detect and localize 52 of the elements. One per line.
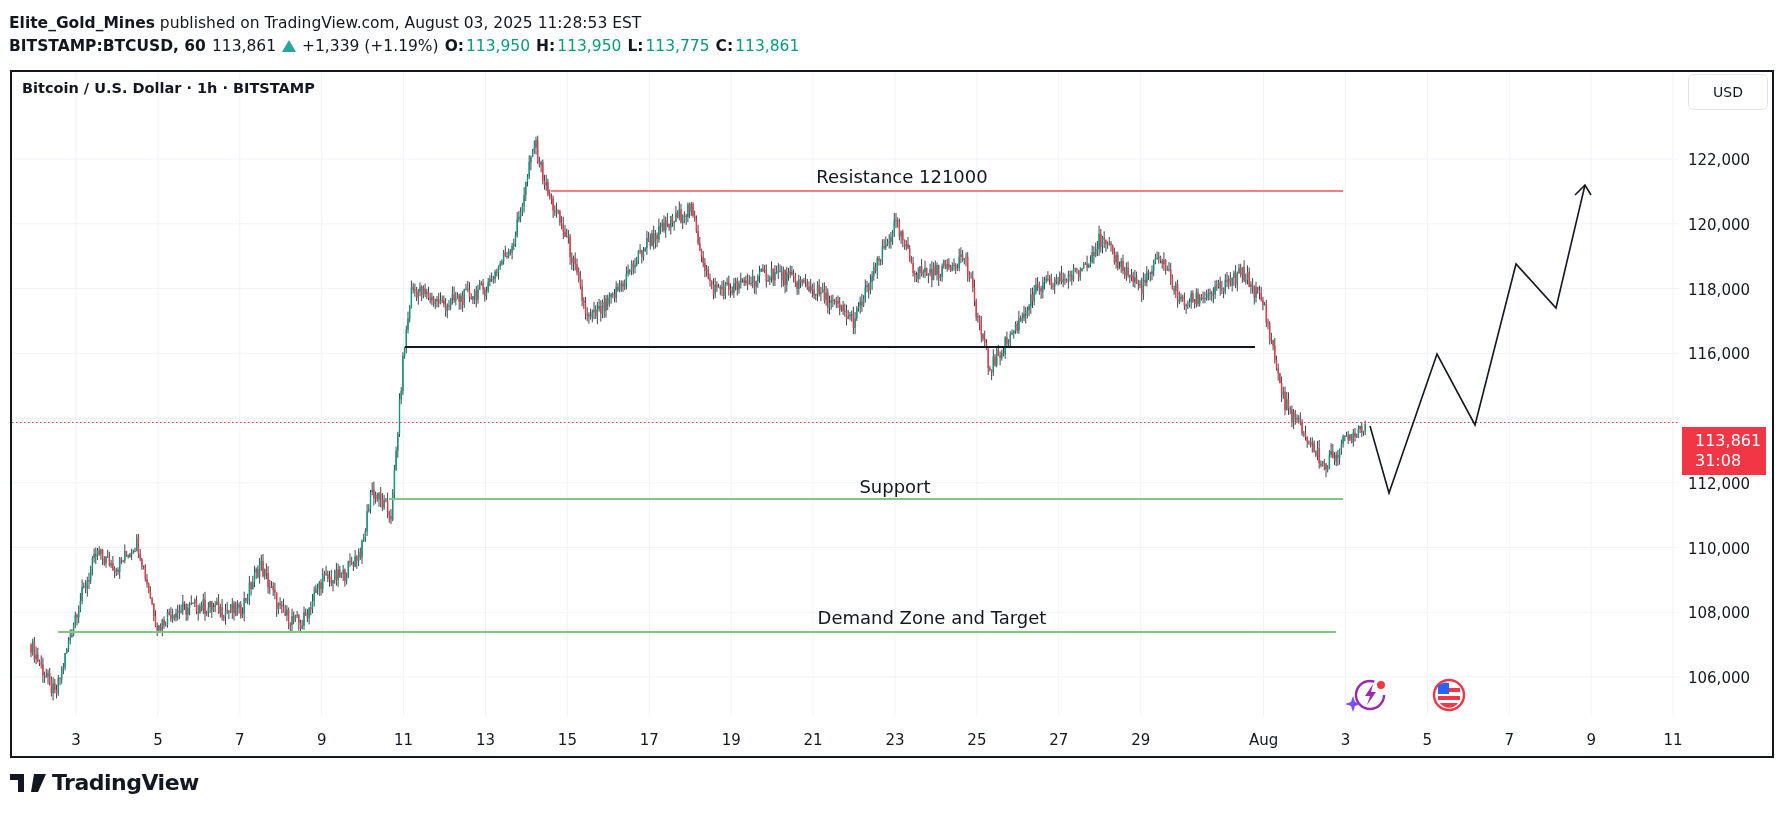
- price-change: +1,339 (+1.19%): [302, 36, 439, 55]
- symbol-label: BITSTAMP:BTCUSD, 60: [9, 36, 206, 55]
- date-label: 13: [475, 731, 496, 749]
- ohlc-label: C:: [715, 36, 734, 55]
- date-label: 11: [394, 731, 414, 749]
- ohlc-label: O:: [444, 36, 464, 55]
- flag-icon[interactable]: [1432, 678, 1466, 712]
- date-label: 9: [316, 731, 327, 749]
- date-label: 7: [1504, 731, 1514, 749]
- ohlc-value: 113,950: [466, 36, 531, 55]
- date-label: 9: [1586, 731, 1596, 749]
- date-label: 7: [235, 731, 245, 749]
- annotation-label: Demand Zone and Target: [817, 607, 1047, 628]
- price-label: 118,000: [1688, 280, 1750, 299]
- date-label: 11: [1663, 731, 1683, 749]
- price-label: 120,000: [1688, 215, 1750, 234]
- date-label: 5: [1422, 731, 1433, 749]
- up-triangle-icon: [282, 39, 296, 52]
- price-label: 112,000: [1688, 474, 1750, 493]
- last-price: 113,861: [211, 36, 276, 55]
- countdown-timer: 31:08: [1695, 451, 1743, 471]
- price-label: 108,000: [1688, 604, 1750, 623]
- ohlc-value: 113,775: [645, 36, 710, 55]
- price-label: 106,000: [1688, 669, 1750, 687]
- logo-icon: [10, 773, 46, 792]
- date-label: 19: [721, 731, 741, 749]
- ohlc-value: 113,950: [557, 36, 622, 55]
- publish-byline: Elite_Gold_Mines published on TradingView.com, August 03, 2025 11:28:53 EST: [9, 13, 642, 32]
- date-label: 29: [1131, 731, 1151, 749]
- ohlc-label: L:: [627, 36, 644, 55]
- date-label: 23: [885, 731, 905, 749]
- price-label: 122,000: [1688, 151, 1750, 169]
- chart-title: Bitcoin / U.S. Dollar · 1h · BITSTAMP: [22, 80, 315, 96]
- annotation-label: Resistance 121000: [816, 166, 988, 187]
- brand-name: TradingView: [52, 770, 199, 795]
- date-label: 27: [1049, 731, 1069, 749]
- ohlc-label: H:: [536, 36, 556, 55]
- date-label: 21: [803, 731, 823, 749]
- currency-button[interactable]: USD: [1688, 74, 1768, 110]
- annotation-label: Support: [859, 476, 931, 497]
- date-label: 3: [71, 731, 81, 749]
- date-label: 3: [1340, 731, 1351, 749]
- price-label: 116,000: [1688, 345, 1750, 364]
- date-label: Aug: [1248, 731, 1279, 749]
- date-label: 25: [967, 731, 987, 749]
- lightning-icon[interactable]: [1345, 679, 1386, 712]
- ohlc-value: 113,861: [735, 36, 800, 55]
- date-label: 5: [153, 731, 163, 749]
- date-label: 17: [639, 731, 659, 749]
- price-value: 113,861: [1695, 431, 1763, 451]
- price-label: 110,000: [1688, 539, 1750, 558]
- date-label: 15: [557, 731, 577, 749]
